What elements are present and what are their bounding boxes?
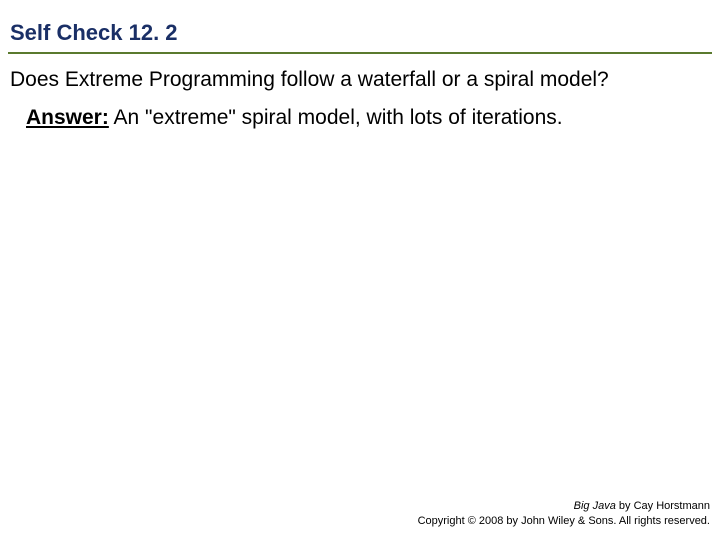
- footer-line-1: Big Java by Cay Horstmann: [418, 499, 710, 513]
- answer-text: An "extreme" spiral model, with lots of …: [109, 106, 563, 129]
- title-underline: [8, 52, 712, 54]
- footer: Big Java by Cay Horstmann Copyright © 20…: [418, 499, 710, 528]
- answer-block: Answer: An "extreme" spiral model, with …: [26, 104, 700, 132]
- byline: by Cay Horstmann: [616, 500, 710, 512]
- answer-label: Answer:: [26, 106, 109, 129]
- question-text: Does Extreme Programming follow a waterf…: [10, 66, 710, 94]
- slide-title: Self Check 12. 2: [10, 20, 178, 46]
- book-title: Big Java: [574, 500, 616, 512]
- slide: Self Check 12. 2 Does Extreme Programmin…: [0, 0, 720, 540]
- footer-line-2: Copyright © 2008 by John Wiley & Sons. A…: [418, 514, 710, 528]
